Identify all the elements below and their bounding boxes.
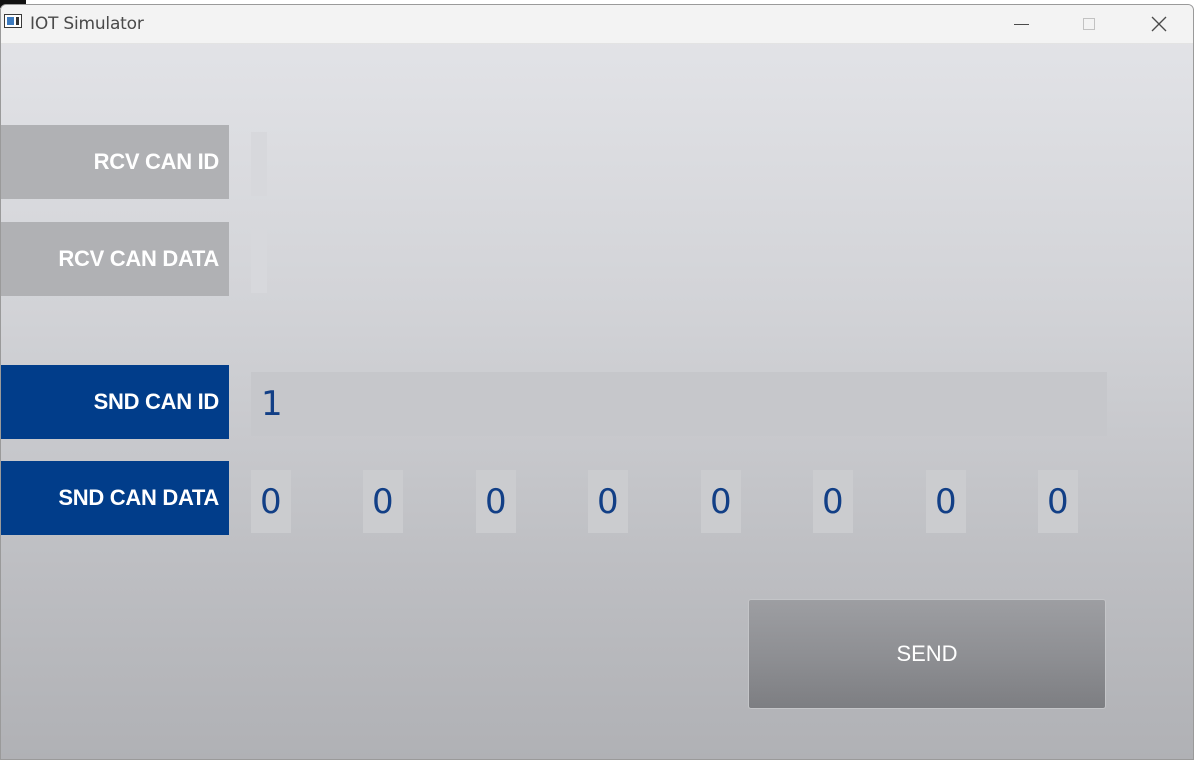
rcv-can-data-label: RCV CAN DATA xyxy=(1,222,229,296)
maximize-icon xyxy=(1083,18,1095,30)
app-window: IOT Simulator RCV CAN ID RCV CAN DATA SN… xyxy=(0,4,1194,760)
rcv-can-id-field xyxy=(251,132,267,196)
snd-can-data-byte-1[interactable] xyxy=(363,470,403,533)
snd-can-data-label: SND CAN DATA xyxy=(1,461,229,535)
close-icon xyxy=(1151,16,1167,32)
snd-can-data-byte-2[interactable] xyxy=(476,470,516,533)
minimize-icon xyxy=(1013,23,1029,25)
title-bar[interactable]: IOT Simulator xyxy=(1,5,1193,44)
snd-can-id-input[interactable] xyxy=(251,372,1107,436)
snd-can-id-label: SND CAN ID xyxy=(1,365,229,439)
snd-can-data-byte-7[interactable] xyxy=(1038,470,1078,533)
app-icon xyxy=(4,14,22,28)
snd-can-data-byte-0[interactable] xyxy=(251,470,291,533)
window-title: IOT Simulator xyxy=(30,14,144,34)
rcv-can-id-label: RCV CAN ID xyxy=(1,125,229,199)
minimize-button[interactable] xyxy=(989,5,1053,43)
snd-can-data-byte-6[interactable] xyxy=(926,470,966,533)
maximize-button[interactable] xyxy=(1057,5,1121,43)
send-button[interactable]: SEND xyxy=(748,599,1106,709)
close-button[interactable] xyxy=(1127,5,1191,43)
snd-can-data-byte-4[interactable] xyxy=(701,470,741,533)
snd-can-data-byte-5[interactable] xyxy=(813,470,853,533)
snd-can-data-byte-3[interactable] xyxy=(588,470,628,533)
rcv-can-data-field xyxy=(251,229,267,293)
